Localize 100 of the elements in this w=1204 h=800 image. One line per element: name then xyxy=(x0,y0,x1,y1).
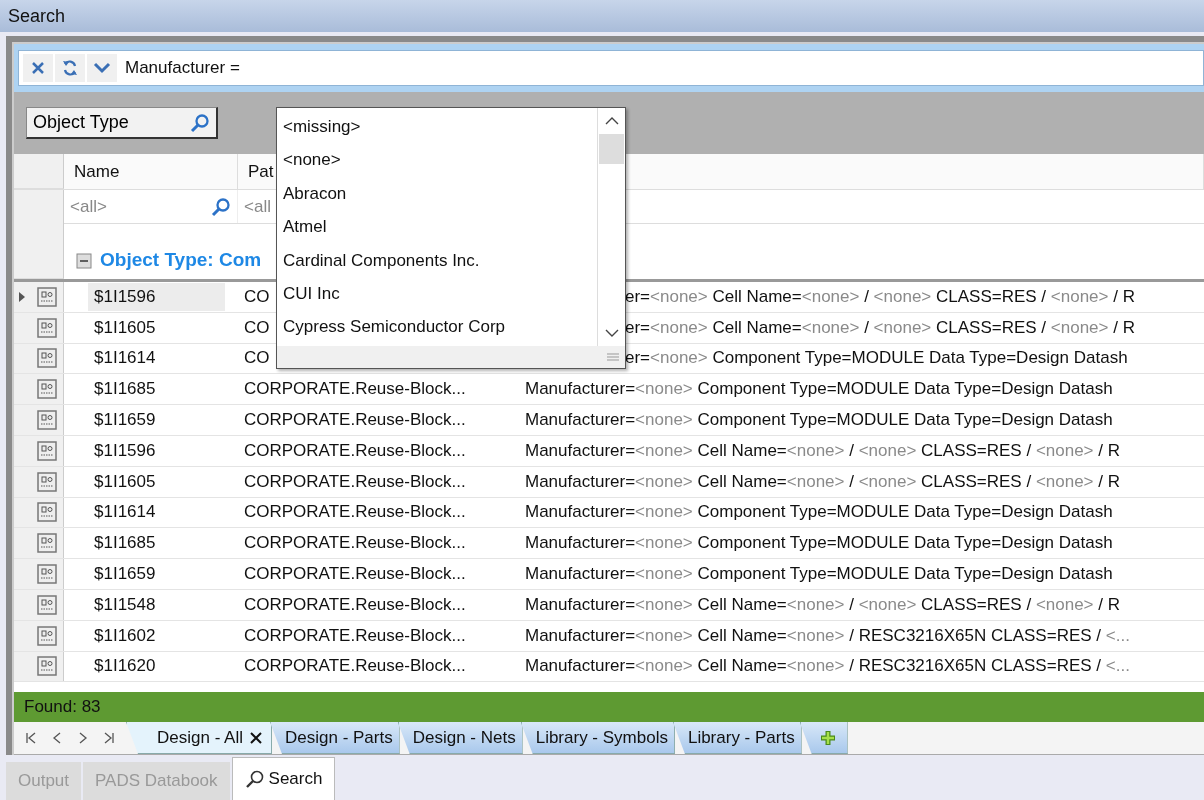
row-header[interactable] xyxy=(14,589,64,620)
row-header[interactable] xyxy=(14,528,64,559)
name-cell-text: $1I1620 xyxy=(93,655,157,678)
properties-cell: Manufacturer=<none> Cell Name=<none> / RESC3216X65N CLASS=RES / <... xyxy=(525,656,1130,677)
close-button[interactable] xyxy=(23,54,53,82)
path-cell: CO xyxy=(244,348,270,369)
dropdown-item[interactable]: Cardinal Components Inc. xyxy=(277,243,597,277)
component-icon xyxy=(36,409,58,432)
component-icon xyxy=(36,593,58,616)
search-icon xyxy=(244,769,265,789)
name-cell-text: $1I1659 xyxy=(93,409,157,432)
refresh-button[interactable] xyxy=(55,54,85,82)
row-header[interactable] xyxy=(14,405,64,435)
dropdown-item[interactable]: <none> xyxy=(277,143,597,177)
refresh-icon xyxy=(61,59,79,77)
path-cell: CORPORATE.Reuse-Block... xyxy=(244,656,466,677)
component-icon xyxy=(36,470,58,493)
dropdown-item[interactable]: <missing> xyxy=(277,110,597,144)
scrollbar[interactable] xyxy=(597,108,625,346)
properties-cell: Manufacturer=<none> Cell Name=<none> / <none> CLASS=RES / <none> / R xyxy=(525,471,1120,492)
component-icon xyxy=(36,439,58,462)
first-icon[interactable] xyxy=(24,731,38,745)
path-cell: CORPORATE.Reuse-Block... xyxy=(244,502,466,523)
properties-cell: er=<none> Cell Name=<none> / <none> CLASS=RES / <none> / R xyxy=(625,286,1135,307)
tab[interactable]: Library - Parts xyxy=(672,722,802,754)
name-cell-text: $1I1548 xyxy=(93,593,157,616)
collapse-icon[interactable] xyxy=(76,253,92,269)
row-header[interactable] xyxy=(14,620,64,651)
path-cell: CO xyxy=(244,317,270,338)
filter-field[interactable]: Manufacturer = xyxy=(18,50,1204,86)
name-cell-text: $1I1659 xyxy=(93,563,157,586)
window-title: Search xyxy=(0,0,1204,32)
path-cell: CORPORATE.Reuse-Block... xyxy=(244,625,466,646)
chevron-down-icon xyxy=(93,61,111,75)
resize-grip-icon[interactable] xyxy=(607,352,619,362)
dropdown-item[interactable]: CUI Inc xyxy=(277,276,597,311)
close-icon[interactable] xyxy=(249,730,263,745)
dropdown-item[interactable]: Atmel xyxy=(277,210,597,244)
properties-cell: er=<none> Cell Name=<none> / <none> CLASS=RES / <none> / R xyxy=(625,317,1135,338)
properties-cell: Manufacturer=<none> Component Type=MODULE Data Type=Design Datash xyxy=(525,533,1113,554)
component-icon xyxy=(36,532,58,555)
add-tab-button[interactable] xyxy=(799,722,848,754)
name-cell-text: $1I1605 xyxy=(93,316,157,339)
name-cell-text: $1I1685 xyxy=(93,378,157,401)
component-icon xyxy=(36,501,58,524)
path-cell: CO xyxy=(244,286,270,307)
row-header[interactable] xyxy=(14,651,64,682)
dropdown-item[interactable]: Cypress Semiconductor Corp xyxy=(277,310,597,344)
properties-cell: Manufacturer=<none> Cell Name=<none> / RESC3216X65N CLASS=RES / <... xyxy=(525,625,1130,646)
dropdown-item[interactable]: Abracon xyxy=(277,176,597,211)
plus-icon xyxy=(818,728,837,747)
row-header[interactable] xyxy=(14,282,64,312)
properties-cell: Manufacturer=<none> Component Type=MODULE Data Type=Design Datash xyxy=(525,564,1113,585)
column-filter-field[interactable]: <all> xyxy=(64,190,238,223)
dropdown-button[interactable] xyxy=(87,54,117,82)
tab[interactable]: Library - Symbols xyxy=(520,722,675,754)
properties-cell: er=<none> Component Type=MODULE Data Type=Design Datash xyxy=(625,348,1128,369)
path-cell: CORPORATE.Reuse-Block... xyxy=(244,594,466,615)
row-header[interactable] xyxy=(14,497,64,528)
close-icon xyxy=(30,60,46,76)
path-cell: CORPORATE.Reuse-Block... xyxy=(244,533,466,554)
properties-cell: Manufacturer=<none> Cell Name=<none> / <none> CLASS=RES / <none> / R xyxy=(525,440,1120,461)
component-icon xyxy=(36,624,58,647)
properties-cell: Manufacturer=<none> Component Type=MODULE Data Type=Design Datash xyxy=(525,502,1113,523)
row-header[interactable] xyxy=(14,466,64,497)
group-label: Object Type: Com xyxy=(100,249,262,271)
panel-tab[interactable]: Search xyxy=(231,757,336,800)
column-header[interactable]: Name xyxy=(64,154,238,189)
search-icon[interactable] xyxy=(211,196,231,217)
name-cell-text: $1I1614 xyxy=(93,347,157,370)
properties-cell: Manufacturer=<none> Component Type=MODULE Data Type=Design Datash xyxy=(525,410,1113,431)
row-header[interactable] xyxy=(14,559,64,589)
component-icon xyxy=(36,285,58,308)
tab[interactable]: Design - Nets xyxy=(397,722,523,754)
row-header[interactable] xyxy=(14,343,64,374)
component-icon xyxy=(36,316,58,339)
name-cell-text: $1I1602 xyxy=(93,624,157,647)
path-cell: CORPORATE.Reuse-Block... xyxy=(244,410,466,431)
component-icon xyxy=(36,655,58,678)
name-cell-text: $1I1685 xyxy=(93,532,157,555)
properties-cell: Manufacturer=<none> Cell Name=<none> / <none> CLASS=RES / <none> / R xyxy=(525,594,1120,615)
path-cell: CORPORATE.Reuse-Block... xyxy=(244,440,466,461)
group-by-button[interactable]: Object Type xyxy=(26,107,218,139)
status-bar: Found: 83 xyxy=(14,692,1204,722)
name-cell: $1I1596 xyxy=(88,282,226,311)
name-cell-text: $1I1605 xyxy=(93,470,157,493)
tab[interactable]: Design - All xyxy=(126,722,272,754)
path-cell: CORPORATE.Reuse-Block... xyxy=(244,471,466,492)
component-icon xyxy=(36,347,58,370)
row-header[interactable] xyxy=(14,436,64,466)
component-icon xyxy=(36,378,58,401)
name-cell-text: $1I1596 xyxy=(93,439,157,462)
row-header[interactable] xyxy=(14,374,64,405)
last-icon[interactable] xyxy=(102,731,116,745)
path-cell: CORPORATE.Reuse-Block... xyxy=(244,379,466,400)
tab[interactable]: Design - Parts xyxy=(270,722,400,754)
row-header[interactable] xyxy=(14,312,64,343)
path-cell: CORPORATE.Reuse-Block... xyxy=(244,564,466,585)
search-icon xyxy=(190,112,210,133)
scroll-thumb[interactable] xyxy=(599,134,624,164)
